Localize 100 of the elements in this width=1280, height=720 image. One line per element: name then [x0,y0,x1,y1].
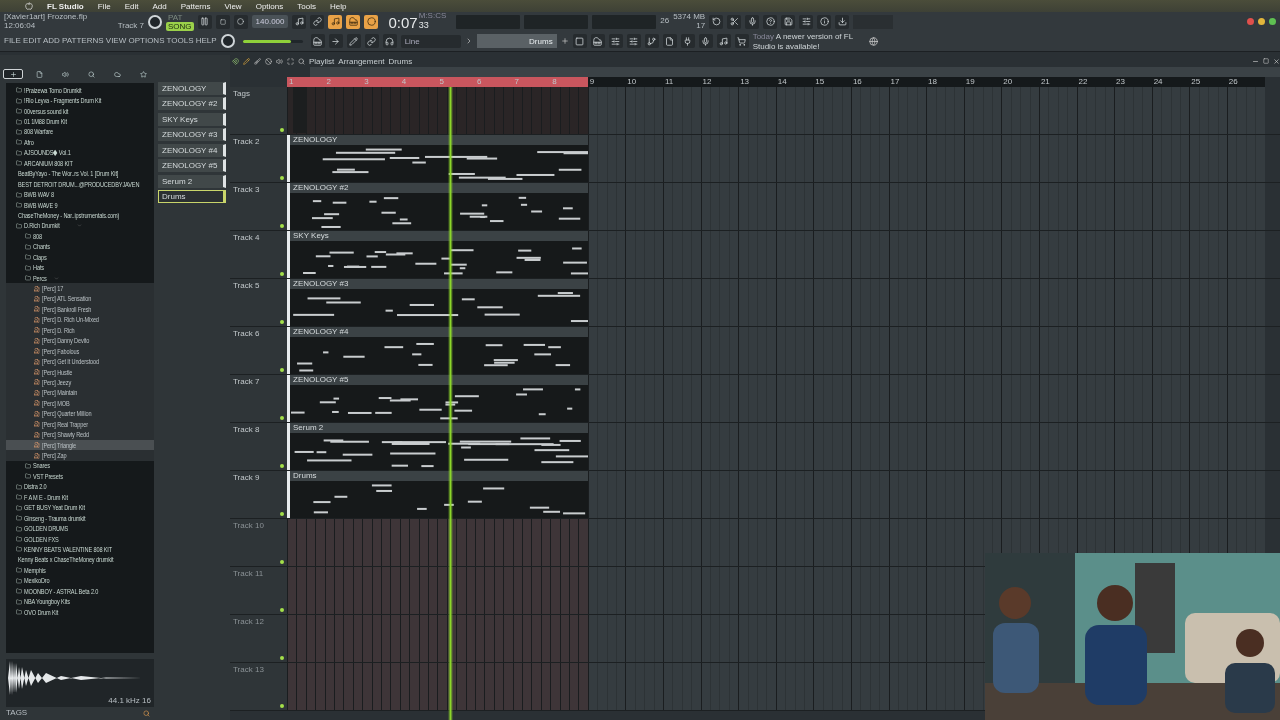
pattern-clip[interactable]: ZENOLOGY #5 [287,375,588,422]
pattern-clip[interactable]: SKY Keys [287,231,588,278]
folder-item[interactable]: Kenny Beats x ChaseTheMoney drumkit [6,554,154,566]
undo-icon[interactable] [709,14,724,29]
folder-item[interactable]: GOLDEN DRUMS [6,523,154,534]
track-header[interactable]: Track 13 [230,663,287,710]
track-led[interactable] [280,368,284,372]
track-header[interactable]: Tags [230,87,287,134]
save-icon[interactable] [781,14,796,29]
track-header[interactable]: Track 6 [230,327,287,374]
menu-bar-text[interactable]: FILE EDIT ADD PATTERNS VIEW OPTIONS TOOLS HELP [4,36,217,46]
track-header[interactable]: Track 11 [230,567,287,614]
folder-item[interactable]: 808 [6,231,154,242]
magnet-icon[interactable] [232,57,239,65]
breadcrumb-item[interactable]: Playlist [309,56,335,66]
pattern-clip[interactable]: ZENOLOGY #4 [287,327,588,374]
folder-item[interactable]: ChaseTheMoney - Nar..ipstrumentals.com) [6,210,154,221]
track-led[interactable] [280,176,284,180]
breadcrumb-item[interactable]: Drums [388,56,413,66]
track-header[interactable]: Track 4 [230,231,287,278]
pattern-item[interactable]: SKY Keys [158,112,226,126]
folder-item[interactable]: BeatByYayo - The Wor..rs Vol. 1 [Drum Kit] [6,168,154,179]
news-text[interactable]: Today A newer version of FL Studio is available! [752,31,865,51]
track-header[interactable]: Track 3 [230,183,287,230]
sample-item[interactable]: [Perc] Zap [6,450,154,461]
track-header[interactable]: Track 10 [230,519,287,566]
sample-item[interactable]: [Perc] 17 [6,283,154,294]
menu-item[interactable]: Patterns [180,1,211,11]
track-led[interactable] [280,656,284,660]
sample-item[interactable]: [Perc] Shawty Redd [6,429,154,440]
sample-item[interactable]: [Perc] D. Rich [6,325,154,336]
track-led[interactable] [280,128,284,132]
mixer-icon[interactable] [626,34,641,49]
plug-icon[interactable] [680,34,695,49]
folder-item[interactable]: KENNY BEATS VALENTINE 808 KIT [6,544,154,555]
sample-item[interactable]: [Perc] D. Rich Un-Mixed [6,314,154,326]
track-led[interactable] [280,704,284,708]
folder-item[interactable]: Memphis [6,565,154,576]
channel-rack-icon[interactable] [608,34,623,49]
sample-item[interactable]: [Perc] Fabolous [6,345,154,357]
folder-item[interactable]: 808 Warfare [6,126,154,138]
track-led[interactable] [280,608,284,612]
folder-item[interactable]: !Praizewa Tomo Drumkit [6,85,154,96]
track-led[interactable] [280,224,284,228]
menu-item[interactable]: Tools [297,1,316,11]
menu-item[interactable]: Add [152,1,167,11]
pattern-item[interactable]: Serum 2 [158,174,226,188]
file-icon[interactable] [662,34,677,49]
pattern-item[interactable]: Drums [158,190,226,203]
menu-item[interactable]: File [97,1,111,11]
track-header[interactable]: Track 7 [230,375,287,422]
select-icon[interactable] [287,57,294,65]
mute-icon[interactable] [276,57,283,65]
mode-toggle[interactable]: SONG [166,21,194,31]
piano-roll-icon[interactable] [590,34,605,49]
folder-item[interactable]: 01 1M88 Drum Kit [6,116,154,127]
menu-item[interactable]: Edit [124,1,139,11]
pencil-icon[interactable] [346,34,361,49]
folder-item[interactable]: BWB WAVE 9 [6,199,154,211]
pattern-clip[interactable]: Serum 2 [287,423,588,470]
folder-item[interactable]: Distra 2.0 [6,481,154,493]
pattern-clip[interactable]: ZENOLOGY [287,135,588,182]
zoom-icon[interactable] [298,57,305,65]
track-led[interactable] [280,320,284,324]
link-icon[interactable] [310,14,325,29]
help-icon[interactable] [763,14,778,29]
apple-icon[interactable] [25,2,33,10]
tree-icon[interactable] [644,34,659,49]
close-icon[interactable] [1273,57,1280,65]
folder-item[interactable]: BWB WAV 8 [6,189,154,200]
master-volume-slider[interactable] [242,39,303,43]
record-icon[interactable] [233,14,248,29]
folder-item[interactable]: GET BUSY Yeat Drum Kit [6,502,154,513]
pattern-clip[interactable]: Drums [287,471,588,518]
delete-icon[interactable] [265,57,272,65]
folder-item[interactable]: Claps [6,252,154,263]
app-name[interactable]: FL Studio [47,1,84,11]
folder-item[interactable]: Percs [6,272,154,284]
track-header[interactable]: Track 5 [230,279,287,326]
stop-icon[interactable] [215,14,230,29]
timeline-ruler[interactable]: 1 2 3 4 5 6 7 8 9 10 11 12 13 14 15 16 17 18 19 20 21 22 23 24 25 26 [287,77,1265,87]
maximize-icon[interactable] [1263,58,1269,64]
sample-item[interactable]: [Perc] Triangle [6,439,154,451]
folder-item[interactable]: F A M E - Drum Kit [6,492,154,503]
folder-item[interactable]: Chants [6,241,154,252]
mic-icon[interactable] [745,14,760,29]
brush-icon[interactable] [254,57,261,65]
folder-item[interactable]: AJSOUNDS◆ Vol.1 [6,147,154,159]
sample-item[interactable]: [Perc] Real Trapper [6,419,154,430]
menu-item[interactable]: View [224,1,242,11]
scrollbar[interactable] [310,67,1280,77]
folder-item[interactable]: GOLDEN FXS [6,533,154,545]
sample-item[interactable]: [Perc] Maintain [6,387,154,399]
automation-clip[interactable] [293,87,307,133]
mic-icon[interactable] [698,34,713,49]
track-led[interactable] [280,464,284,468]
menu-item[interactable]: Help [329,1,347,11]
pattern-item[interactable]: ZENOLOGY #4 [158,143,226,157]
pattern-item[interactable]: ZENOLOGY #3 [158,128,226,141]
tempo-display[interactable]: 140.000 [251,15,289,29]
